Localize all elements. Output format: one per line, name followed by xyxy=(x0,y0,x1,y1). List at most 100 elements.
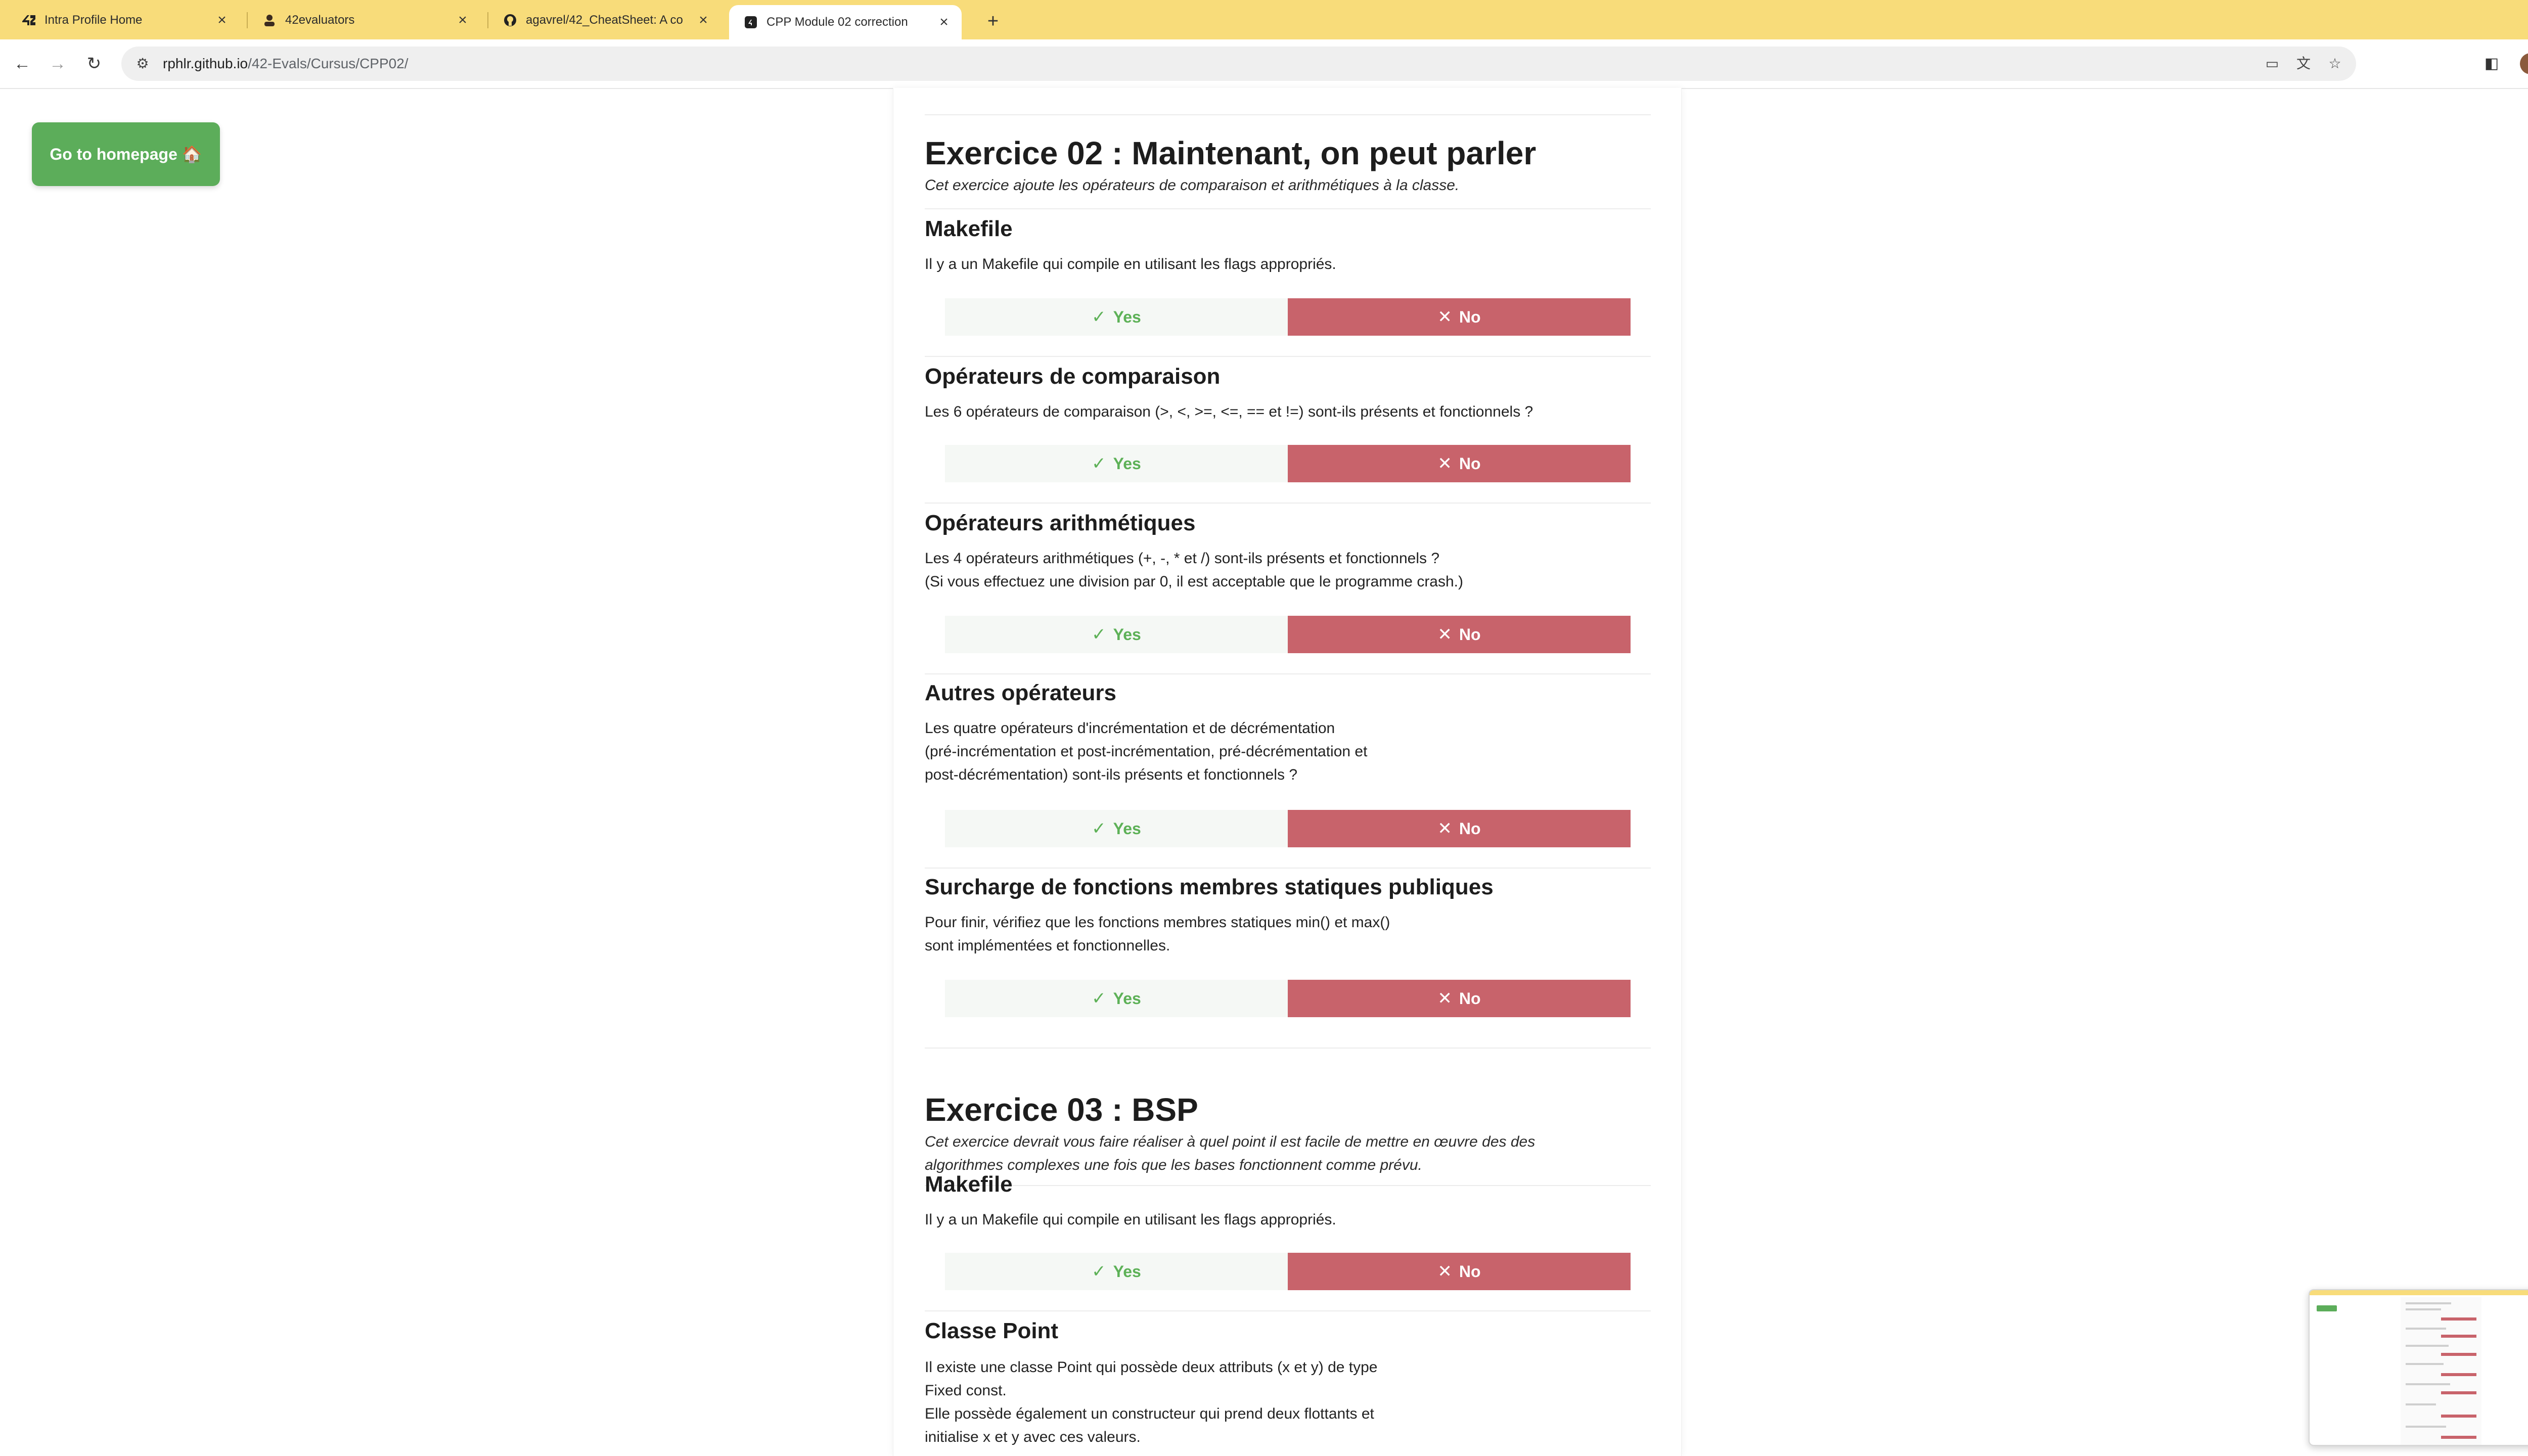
question-title: Opérateurs de comparaison xyxy=(925,364,1221,389)
no-button[interactable]: ✕ No xyxy=(1288,445,1631,482)
exercise-subtitle: Cet exercice devrait vous faire réaliser… xyxy=(925,1133,1536,1150)
question-description: Les 6 opérateurs de comparaison (>, <, >… xyxy=(925,403,1533,420)
answer-buttons: ✓ Yes ✕ No xyxy=(945,980,1631,1017)
question-description: Les quatre opérateurs d'incrémentation e… xyxy=(925,720,1335,737)
close-tab-icon[interactable]: × xyxy=(696,12,711,29)
cross-icon: ✕ xyxy=(1437,819,1452,838)
no-button[interactable]: ✕ No xyxy=(1288,810,1631,847)
question-description: (pré-incrémentation et post-incrémentati… xyxy=(925,743,1368,760)
cross-icon: ✕ xyxy=(1437,989,1452,1008)
site-icon xyxy=(743,15,758,30)
close-tab-icon[interactable]: × xyxy=(214,12,230,29)
question-description: Il y a un Makefile qui compile en utilis… xyxy=(925,1211,1336,1228)
preview-tabbar xyxy=(2310,1290,2528,1295)
evaluator-icon xyxy=(262,13,277,28)
preview-no-button xyxy=(2441,1353,2476,1356)
no-button[interactable]: ✕ No xyxy=(1288,298,1631,336)
answer-buttons: ✓ Yes ✕ No xyxy=(945,298,1631,336)
exercise-title: Exercice 03 : BSP xyxy=(925,1091,1198,1128)
side-panel-icon[interactable]: ◧ xyxy=(2477,50,2506,78)
question-description: Il y a un Makefile qui compile en utilis… xyxy=(925,256,1336,272)
tab-title: agavrel/42_CheatSheet: A co xyxy=(526,13,683,27)
tab-github-cheatsheet[interactable]: agavrel/42_CheatSheet: A co × xyxy=(488,5,721,35)
check-icon: ✓ xyxy=(1092,989,1106,1008)
close-tab-icon[interactable]: × xyxy=(936,14,952,31)
exercise-title: Exercice 02 : Maintenant, on peut parler xyxy=(925,135,1537,171)
yes-button[interactable]: ✓ Yes xyxy=(945,298,1288,336)
question-description: Pour finir, vérifiez que les fonctions m… xyxy=(925,914,1390,931)
reload-icon[interactable]: ↻ xyxy=(80,50,108,78)
yes-button[interactable]: ✓ Yes xyxy=(945,810,1288,847)
answer-buttons: ✓ Yes ✕ No xyxy=(945,810,1631,847)
question-description: (Si vous effectuez une division par 0, i… xyxy=(925,573,1463,590)
divider xyxy=(925,114,1651,115)
no-button[interactable]: ✕ No xyxy=(1288,1253,1631,1290)
exercise-subtitle: algorithmes complexes une fois que les b… xyxy=(925,1157,1422,1173)
preview-home-button xyxy=(2317,1305,2337,1311)
go-to-homepage-button[interactable]: Go to homepage 🏠 xyxy=(32,122,220,186)
bookmark-star-icon[interactable]: ☆ xyxy=(2324,53,2346,75)
address-bar[interactable]: ⚙ rphlr.github.io/42-Evals/Cursus/CPP02/… xyxy=(121,47,2356,81)
question-title: Classe Point xyxy=(925,1318,1059,1343)
install-app-icon[interactable]: ▭ xyxy=(2261,53,2283,75)
answer-buttons: ✓ Yes ✕ No xyxy=(945,616,1631,653)
site-info-icon[interactable]: ⚙ xyxy=(131,53,154,75)
divider xyxy=(925,1048,1651,1049)
question-description: sont implémentées et fonctionnelles. xyxy=(925,937,1170,954)
preview-no-button xyxy=(2441,1317,2476,1321)
question-description: Les 4 opérateurs arithmétiques (+, -, * … xyxy=(925,550,1440,567)
question-description: Il existe une classe Point qui possède d… xyxy=(925,1359,1378,1376)
url-host: rphlr.github.io xyxy=(163,56,248,71)
tab-42evaluators[interactable]: 42evaluators × xyxy=(248,5,480,35)
question-description: Elle possède également un constructeur q… xyxy=(925,1405,1374,1422)
new-tab-button[interactable]: + xyxy=(979,7,1007,35)
check-icon: ✓ xyxy=(1092,1262,1106,1281)
question-title: Opérateurs arithmétiques xyxy=(925,511,1196,535)
preview-line xyxy=(2406,1302,2451,1304)
no-label: No xyxy=(1459,454,1481,473)
yes-button[interactable]: ✓ Yes xyxy=(945,445,1288,482)
page-preview-thumbnail[interactable] xyxy=(2309,1289,2528,1446)
no-button[interactable]: ✕ No xyxy=(1288,980,1631,1017)
back-icon[interactable]: ← xyxy=(8,50,36,78)
preview-no-button xyxy=(2441,1391,2476,1394)
divider xyxy=(925,356,1651,357)
yes-label: Yes xyxy=(1113,625,1141,644)
profile-avatar[interactable] xyxy=(2520,53,2528,74)
tab-title: 42evaluators xyxy=(285,13,355,27)
yes-label: Yes xyxy=(1113,454,1141,473)
divider xyxy=(925,1310,1651,1311)
preview-no-button xyxy=(2441,1415,2476,1418)
url-text[interactable]: rphlr.github.io/42-Evals/Cursus/CPP02/ xyxy=(163,56,409,72)
evaluation-sheet: Exercice 02 : Maintenant, on peut parler… xyxy=(893,88,1682,1456)
check-icon: ✓ xyxy=(1092,625,1106,644)
yes-button[interactable]: ✓ Yes xyxy=(945,1253,1288,1290)
close-tab-icon[interactable]: × xyxy=(455,12,470,29)
cross-icon: ✕ xyxy=(1437,307,1452,327)
no-label: No xyxy=(1459,1262,1481,1281)
preview-line xyxy=(2406,1383,2450,1385)
tab-intra-profile-home[interactable]: Intra Profile Home × xyxy=(7,5,240,35)
no-button[interactable]: ✕ No xyxy=(1288,616,1631,653)
preview-no-button xyxy=(2441,1335,2476,1338)
yes-button[interactable]: ✓ Yes xyxy=(945,980,1288,1017)
divider xyxy=(925,673,1651,674)
question-description: post-décrémentation) sont-ils présents e… xyxy=(925,766,1298,783)
tab-cpp-module-02-correction[interactable]: CPP Module 02 correction × xyxy=(729,5,962,39)
cross-icon: ✕ xyxy=(1437,625,1452,644)
cross-icon: ✕ xyxy=(1437,1262,1452,1281)
browser-toolbar: ← → ↻ ⚙ rphlr.github.io/42-Evals/Cursus/… xyxy=(0,39,2528,89)
forward-icon[interactable]: → xyxy=(43,50,72,78)
preview-line xyxy=(2406,1328,2446,1330)
answer-buttons: ✓ Yes ✕ No xyxy=(945,445,1631,482)
translate-icon[interactable]: 文 xyxy=(2292,53,2315,75)
preview-line xyxy=(2406,1345,2449,1347)
preview-content xyxy=(2401,1297,2481,1445)
check-icon: ✓ xyxy=(1092,819,1106,838)
divider xyxy=(925,868,1651,869)
yes-button[interactable]: ✓ Yes xyxy=(945,616,1288,653)
question-title: Autres opérateurs xyxy=(925,680,1117,705)
divider xyxy=(925,503,1651,504)
42-logo-icon xyxy=(21,13,36,28)
preview-line xyxy=(2406,1403,2436,1405)
